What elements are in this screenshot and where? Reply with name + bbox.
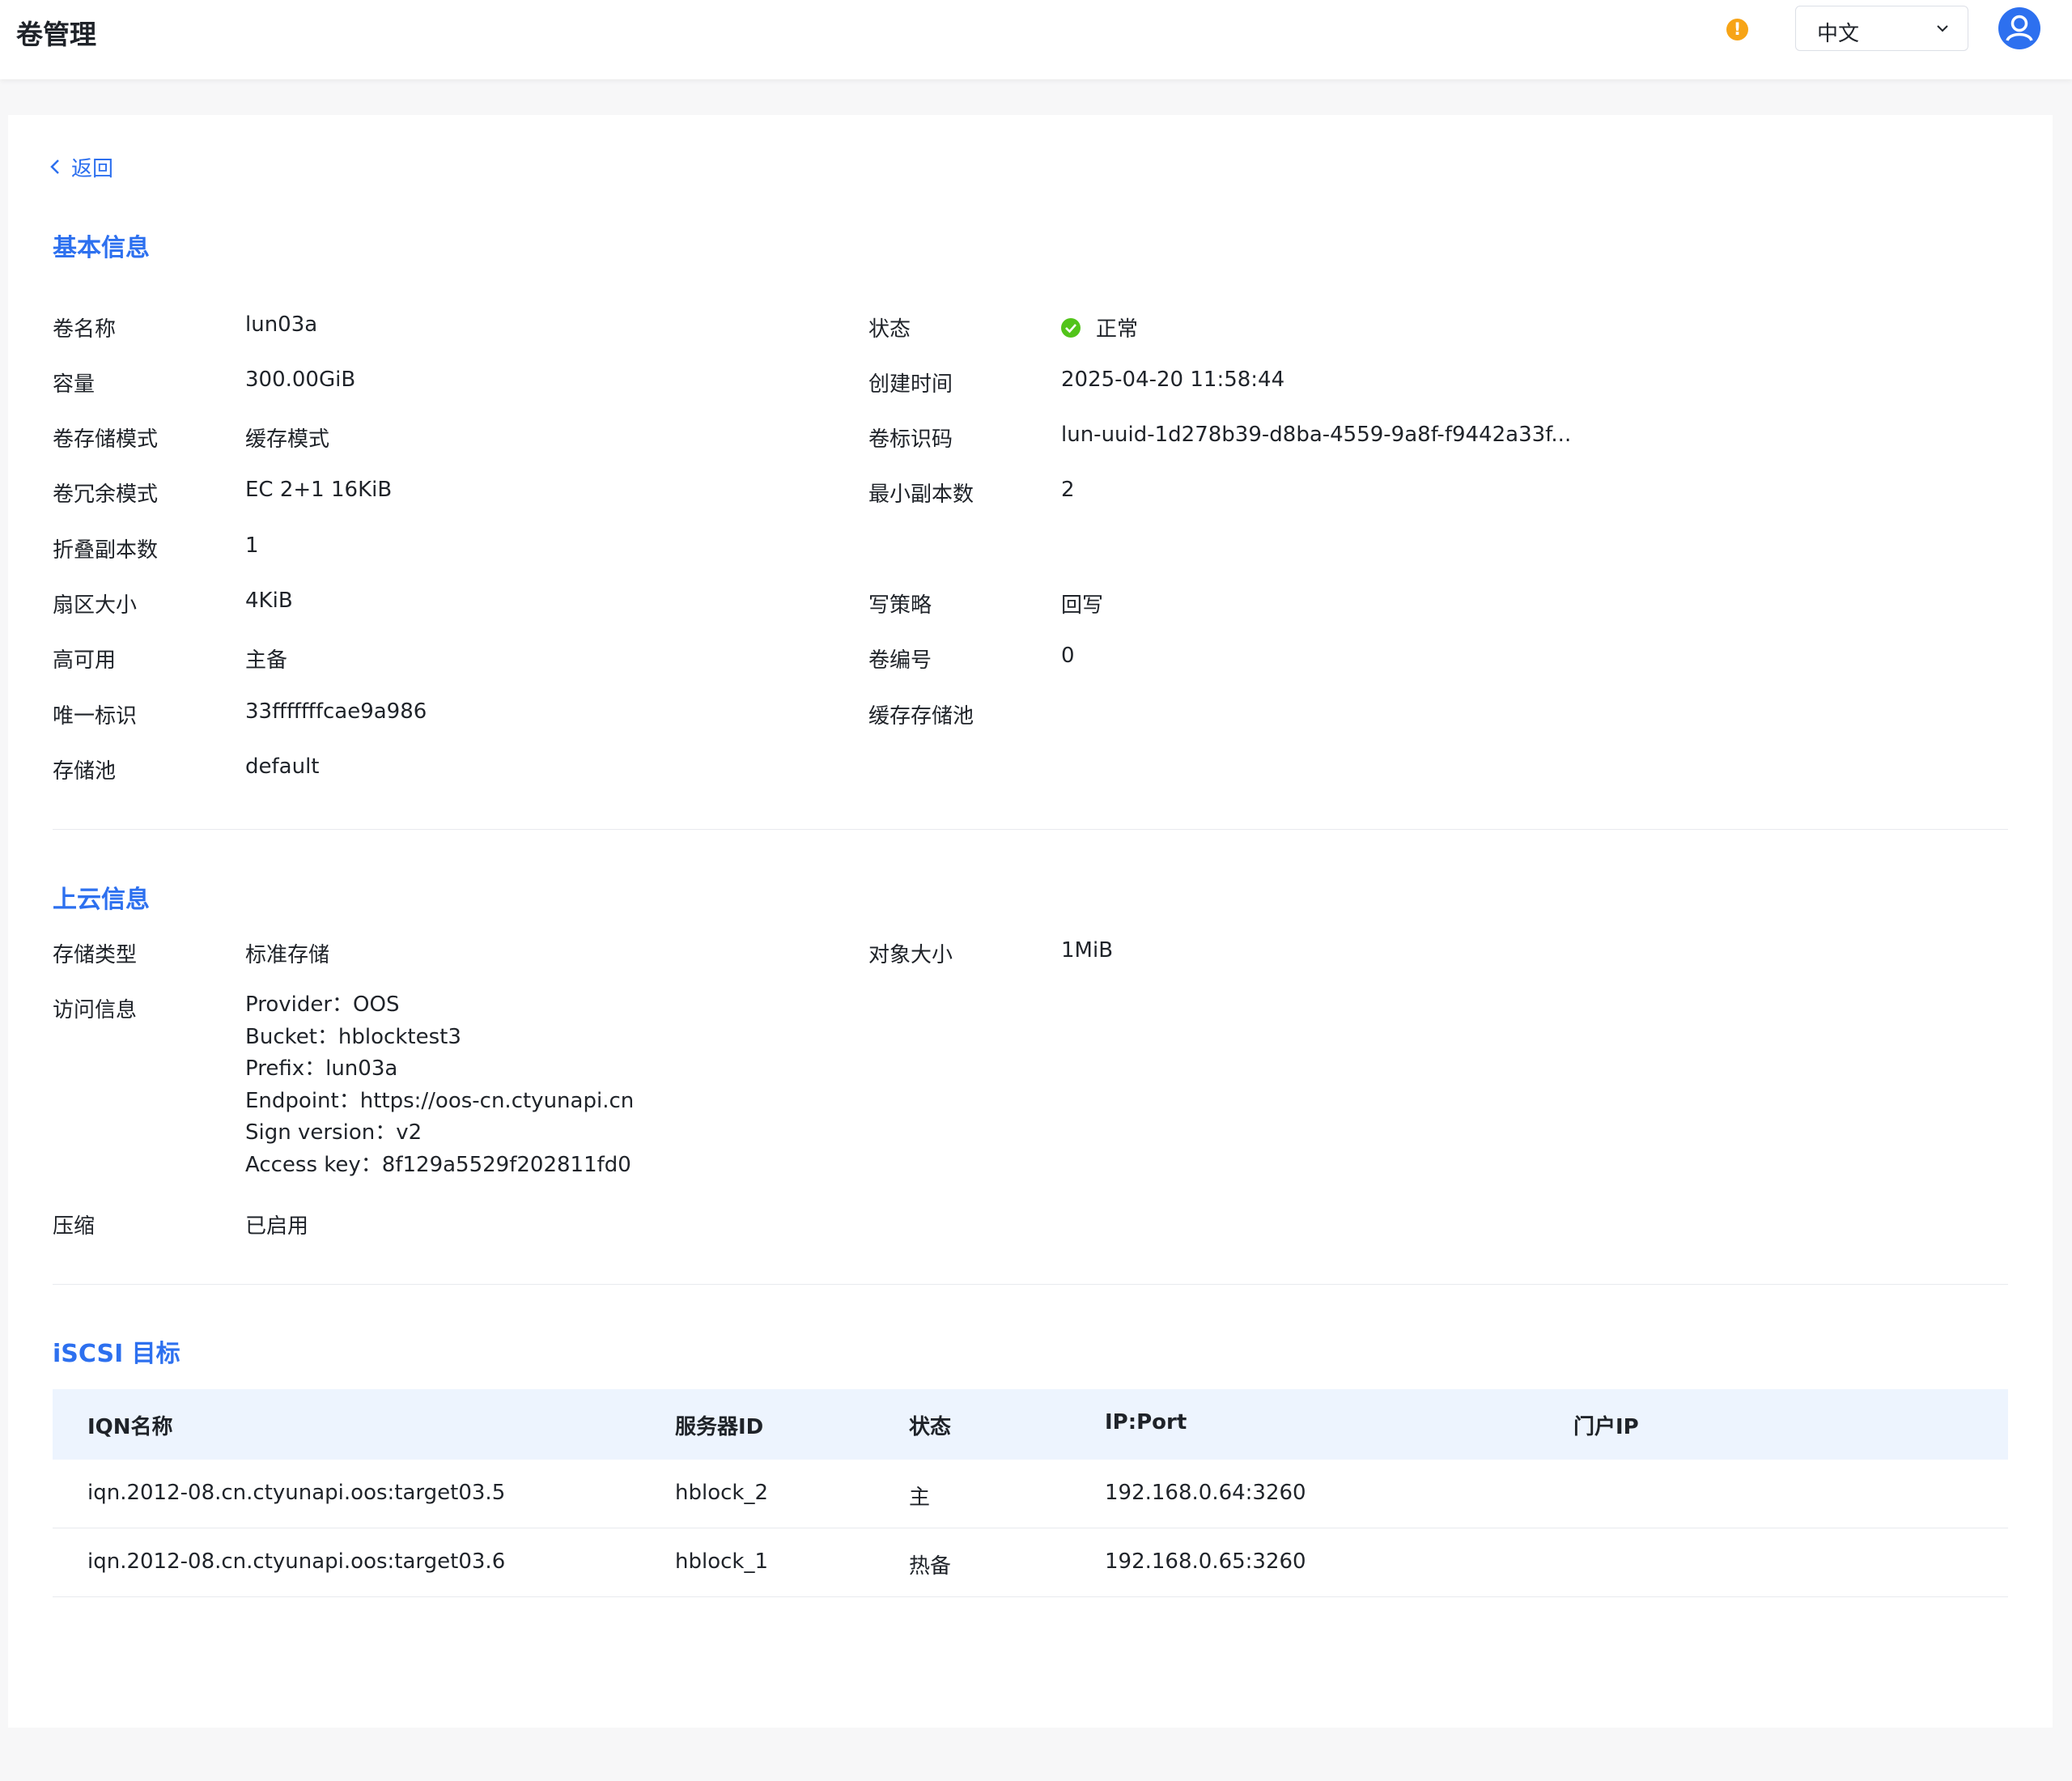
field-value: 正常 [1060,312,1138,342]
field-value: default [245,754,320,779]
field-label: 卷存储模式 [53,427,159,452]
field-label: 存储池 [53,759,117,784]
section-title-basic: 基本信息 [53,234,150,262]
field-label: 折叠副本数 [53,538,159,563]
back-link[interactable]: 返回 [47,151,113,183]
access-info-value: Provider：OOS Bucket：hblocktest3 Prefix：l… [245,989,634,1181]
field-label: 写策略 [868,593,932,618]
user-avatar-icon[interactable] [1998,6,2041,50]
access-line-prefix: Prefix：lun03a [245,1056,398,1081]
field-label: 创建时间 [868,372,953,397]
access-line-provider: Provider：OOS [245,993,400,1017]
field-value: 1 [245,533,259,558]
language-value: 中文 [1817,22,1860,46]
chevron-left-icon [50,159,59,174]
field-value: 主备 [245,648,288,673]
field-value: 4KiB [245,589,293,613]
field-label: 高可用 [53,648,117,673]
section-title-cloud: 上云信息 [53,886,150,914]
back-label: 返回 [71,156,114,181]
field-label: 缓存存储池 [868,704,974,729]
cell-server-id: hblock_1 [675,1549,769,1574]
alert-icon[interactable]: ! [1726,19,1748,40]
cell-server-id: hblock_2 [675,1481,769,1505]
field-label: 卷冗余模式 [53,482,159,507]
status-text: 正常 [1096,317,1139,342]
field-label: 状态 [868,317,911,342]
column-header-iqn: IQN名称 [87,1415,173,1439]
storage-type-label: 存储类型 [53,943,138,967]
divider [53,829,2008,830]
field-value: 2 [1061,478,1075,502]
field-value: 0 [1061,644,1075,668]
divider [53,1284,2008,1285]
field-label: 最小副本数 [868,482,974,507]
table-header: IQN名称 服务器ID 状态 IP:Port 门户IP [53,1389,2008,1460]
table-row: iqn.2012-08.cn.ctyunapi.oos:target03.5 h… [53,1460,2008,1528]
column-header-status: 状态 [909,1415,952,1439]
section-title-iscsi: iSCSI 目标 [53,1340,180,1368]
column-header-portal-ip: 门户IP [1573,1415,1639,1439]
cell-ip-port: 192.168.0.64:3260 [1105,1481,1306,1505]
top-bar: 卷管理 ! 中文 [0,0,2072,79]
access-line-endpoint: Endpoint：https://oos-cn.ctyunapi.cn [245,1088,635,1113]
column-header-ip-port: IP:Port [1105,1410,1187,1435]
cell-iqn: iqn.2012-08.cn.ctyunapi.oos:target03.5 [87,1481,506,1505]
field-value: lun-uuid-1d278b39-d8ba-4559-9a8f-f9442a3… [1061,423,1572,447]
field-value: 33fffffffcae9a986 [245,699,427,724]
page-title: 卷管理 [16,19,96,50]
field-value: lun03a [245,312,318,337]
field-value: 300.00GiB [245,368,356,392]
cell-ip-port: 192.168.0.65:3260 [1105,1549,1306,1574]
chevron-down-icon [1937,25,1948,32]
storage-type-value: 标准存储 [245,943,330,967]
object-size-label: 对象大小 [868,943,953,967]
field-value: 回写 [1061,593,1104,618]
access-line-access-key: Access key：8f129a5529f202811fd0 [245,1152,631,1177]
cell-status: 热备 [909,1554,952,1579]
field-label: 卷标识码 [868,427,953,452]
field-label: 唯一标识 [53,704,138,729]
field-value: 2025-04-20 11:58:44 [1061,368,1285,392]
access-line-bucket: Bucket：hblocktest3 [245,1024,461,1049]
field-label: 卷名称 [53,317,117,342]
field-value: EC 2+1 16KiB [245,478,393,502]
check-circle-icon [1061,317,1081,338]
table-row: iqn.2012-08.cn.ctyunapi.oos:target03.6 h… [53,1528,2008,1597]
field-label: 扇区大小 [53,593,138,618]
field-label: 卷编号 [868,648,932,673]
compress-value: 已启用 [245,1214,309,1239]
iscsi-table: IQN名称 服务器ID 状态 IP:Port 门户IP iqn.2012-08.… [53,1389,2008,1597]
column-header-server-id: 服务器ID [675,1415,764,1439]
object-size-value: 1MiB [1061,938,1114,963]
cell-status: 主 [909,1486,931,1510]
cell-iqn: iqn.2012-08.cn.ctyunapi.oos:target03.6 [87,1549,506,1574]
field-label: 容量 [53,372,96,397]
access-line-sign-version: Sign version：v2 [245,1120,422,1145]
compress-label: 压缩 [53,1214,96,1239]
field-value: 缓存模式 [245,427,330,452]
language-select[interactable]: 中文 [1795,6,1968,51]
access-info-label: 访问信息 [53,998,138,1022]
